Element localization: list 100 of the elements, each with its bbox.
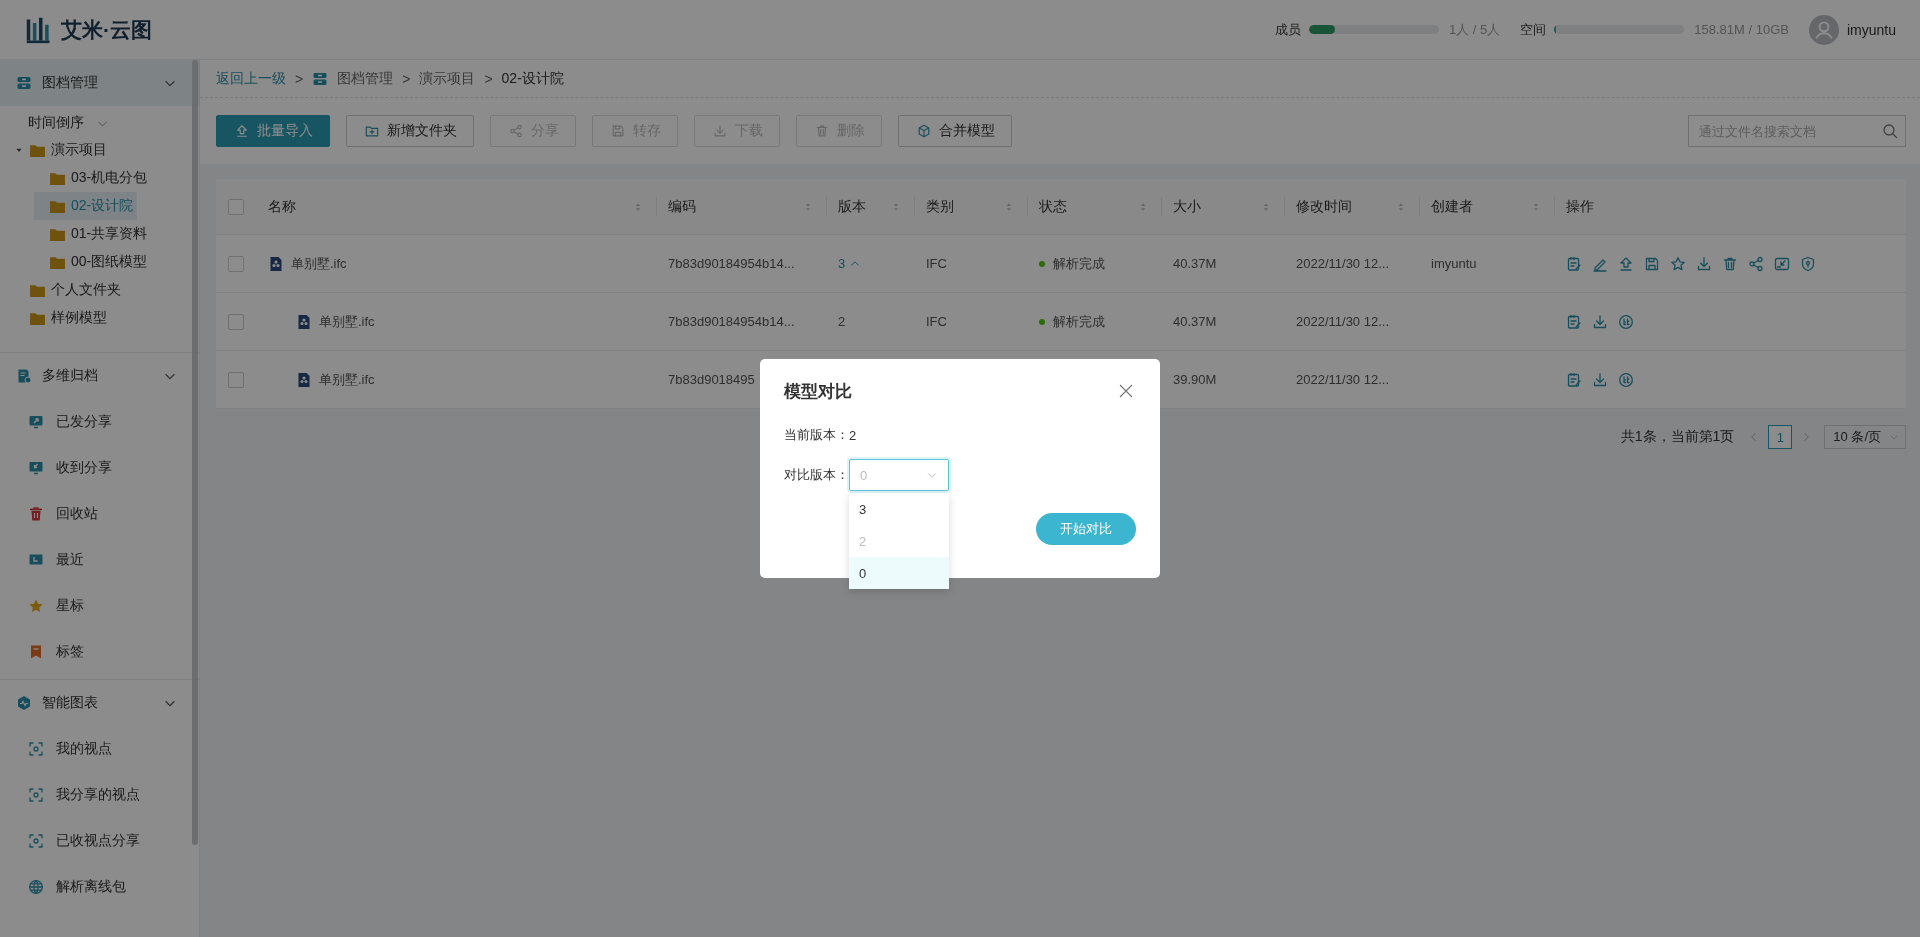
field-label: 对比版本： — [784, 466, 849, 484]
checkbox[interactable] — [228, 371, 244, 388]
download-icon[interactable] — [1696, 255, 1712, 272]
modified-time: 2022/11/30 12... — [1296, 372, 1389, 387]
toolbar-button[interactable]: 合并模型 — [898, 115, 1012, 147]
floppy-icon — [611, 124, 625, 138]
globe-icon — [28, 879, 44, 895]
search-icon[interactable] — [1882, 123, 1898, 139]
sidebar-item[interactable]: 收到分享 — [0, 445, 112, 491]
column-header[interactable]: 创建者 — [1431, 197, 1542, 216]
quota-reading: 158.81M / 10GB — [1694, 22, 1789, 37]
sort-dropdown[interactable]: 时间倒序 — [0, 106, 109, 136]
modified-time: 2022/11/30 12... — [1296, 314, 1389, 329]
file-size: 39.90M — [1173, 372, 1217, 387]
column-header[interactable]: 类别 — [926, 197, 1015, 216]
sidebar-item[interactable]: 回收站 — [0, 491, 98, 537]
notepad-icon[interactable] — [1566, 313, 1582, 330]
folder-item[interactable]: 01-共享资料 — [34, 220, 152, 248]
focus-frame-icon — [28, 787, 44, 803]
clock-card-icon — [28, 552, 44, 568]
file-type: IFC — [926, 314, 947, 329]
upload-icon[interactable] — [1618, 255, 1634, 272]
chevron-icon — [1889, 432, 1899, 442]
sidebar-item[interactable]: 标签 — [0, 629, 84, 675]
file-type: IFC — [926, 256, 947, 271]
focus-frame-icon — [28, 741, 44, 757]
column-header[interactable]: 状态 — [1039, 197, 1149, 216]
sidebar-item[interactable]: 我分享的视点 — [0, 772, 140, 818]
column-header: 操作 — [1566, 197, 1595, 216]
download-icon[interactable] — [1592, 371, 1608, 388]
hexagon-chart-icon — [16, 695, 32, 711]
drawer-icon — [312, 70, 329, 87]
checkbox[interactable] — [228, 255, 244, 272]
sidebar-item[interactable]: 最近 — [0, 537, 84, 583]
version-number: 2 — [838, 314, 846, 329]
shield-icon[interactable] — [1800, 255, 1816, 272]
share-icon — [509, 124, 523, 138]
sidebar-item[interactable]: 已收视点分享 — [0, 818, 140, 864]
screen-icon[interactable] — [1774, 255, 1790, 272]
column-header[interactable]: 编码 — [668, 197, 814, 216]
folder-item[interactable]: 样例模型 — [14, 304, 111, 332]
trash-icon[interactable] — [1722, 255, 1738, 272]
column-header[interactable]: 版本 — [838, 197, 902, 216]
notepad-icon[interactable] — [1566, 255, 1582, 272]
drawer-icon — [16, 75, 32, 91]
folder-plus-icon — [365, 124, 379, 138]
field-label: 当前版本： — [784, 426, 849, 444]
column-header[interactable]: 大小 — [1173, 197, 1272, 216]
status-dot — [1039, 260, 1045, 267]
download-icon[interactable] — [1592, 313, 1608, 330]
checkbox[interactable] — [228, 198, 244, 215]
folder-item[interactable]: 00-图纸模型 — [34, 248, 152, 276]
status-text: 解析完成 — [1053, 254, 1105, 273]
checkbox[interactable] — [228, 313, 244, 330]
status-text: 解析完成 — [1053, 312, 1105, 331]
back-link[interactable]: 返回上一级 — [216, 69, 286, 88]
modified-time: 2022/11/30 12... — [1296, 256, 1389, 271]
upload-icon — [235, 124, 249, 138]
breadcrumb-item[interactable]: 演示项目 — [419, 69, 476, 88]
scrollbar[interactable] — [192, 60, 198, 845]
dialog-title: 模型对比 — [784, 380, 852, 403]
sidebar-item[interactable]: 解析离线包 — [0, 864, 126, 910]
breadcrumb-item: 02-设计院 — [501, 69, 564, 88]
version-toggle[interactable]: 3 — [838, 256, 862, 271]
sidebar-item[interactable]: 已发分享 — [0, 399, 112, 445]
quota-reading: 1人 / 5人 — [1449, 20, 1501, 39]
circle-icon[interactable] — [1618, 313, 1634, 330]
page-number[interactable]: 1 — [1768, 425, 1793, 449]
column-header[interactable]: 修改时间 — [1296, 197, 1407, 216]
file-icon — [296, 370, 312, 389]
folder-item[interactable]: 03-机电分包 — [34, 164, 152, 192]
file-icon — [296, 312, 312, 331]
close-icon[interactable] — [1118, 383, 1134, 399]
quota-label: 成员 — [1275, 20, 1301, 39]
section-header[interactable]: 图档管理 — [0, 60, 199, 106]
breadcrumb-item[interactable]: 图档管理 — [337, 69, 394, 88]
column-header[interactable]: 名称 — [268, 197, 644, 216]
avatar-icon[interactable] — [1808, 14, 1839, 45]
field-value: 2 — [849, 427, 857, 443]
floppy-icon[interactable] — [1644, 255, 1660, 272]
circle-icon[interactable] — [1618, 371, 1634, 388]
page-size-select[interactable]: 10 条/页 — [1824, 425, 1906, 449]
user-name[interactable]: imyuntu — [1846, 21, 1896, 38]
file-name[interactable]: 单别墅.ifc — [319, 370, 375, 389]
sidebar-item[interactable]: 星标 — [0, 583, 84, 629]
notepad-icon[interactable] — [1566, 371, 1582, 388]
file-code: 7b83d9018495 — [668, 372, 755, 387]
folder-item[interactable]: 个人文件夹 — [14, 276, 125, 304]
share-icon[interactable] — [1748, 255, 1764, 272]
file-name[interactable]: 单别墅.ifc — [319, 312, 375, 331]
breadcrumb-separator: > — [402, 70, 411, 87]
dropdown-option[interactable]: 0 — [849, 557, 949, 589]
toolbar-button[interactable]: 批量导入 — [216, 115, 330, 147]
star-icon[interactable] — [1670, 255, 1686, 272]
dropdown-option[interactable]: 3 — [849, 493, 949, 525]
toolbar-button[interactable]: 新增文件夹 — [346, 115, 474, 147]
sidebar-item[interactable]: 我的视点 — [0, 726, 112, 772]
file-code: 7b83d90184954b14... — [668, 256, 795, 271]
folder-item[interactable]: 演示项目 — [14, 136, 111, 164]
file-name[interactable]: 单别墅.ifc — [291, 254, 347, 273]
